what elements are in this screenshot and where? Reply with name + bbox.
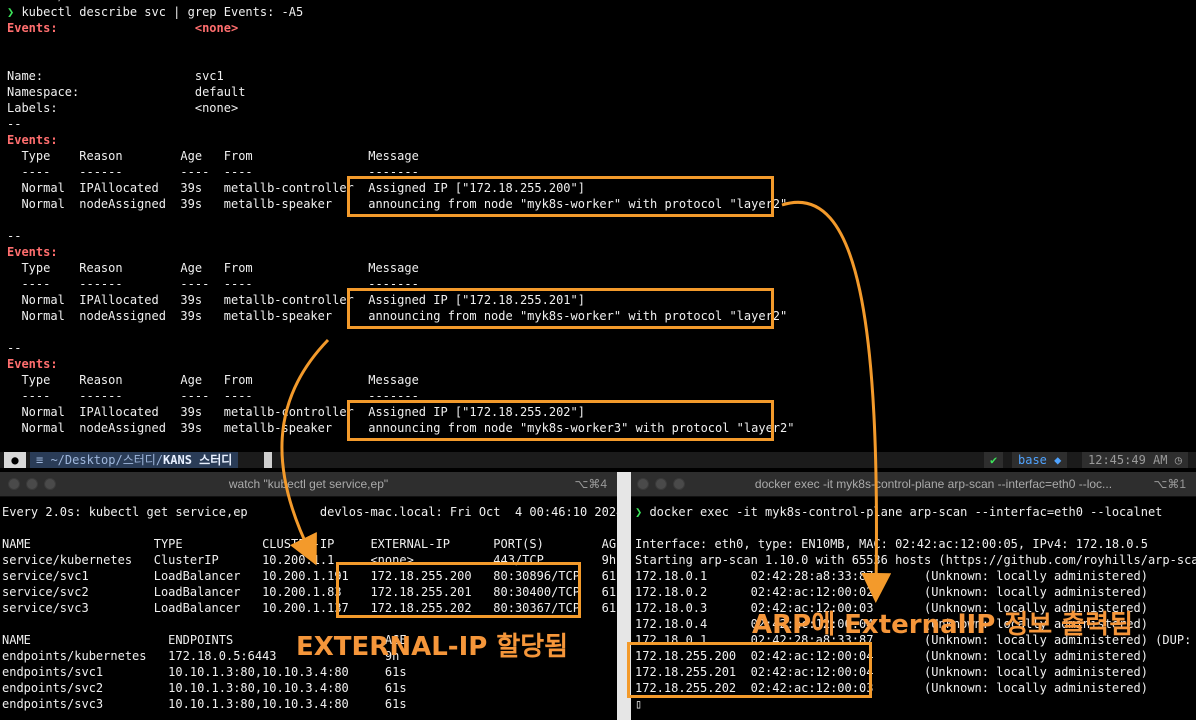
right-pane-titlebar[interactable]: docker exec -it myk8s-control-plane arp-…	[631, 472, 1196, 497]
arp-output-line: Starting arp-scan 1.10.0 with 65536 host…	[635, 553, 1196, 567]
watch-output-line: Every 2.0s: kubectl get service,ep devlo…	[2, 505, 617, 519]
left-pane-title: watch "kubectl get service,ep"	[228, 477, 389, 491]
terminal-line: Events: <none>	[7, 21, 239, 35]
external-ip-annotation: EXTERNAL-IP 할당됨	[296, 632, 569, 662]
highlight-box-svc2-events	[347, 288, 774, 329]
terminal-line: Type Reason Age From Message	[7, 149, 419, 163]
check-icon: ✔	[984, 452, 1004, 468]
left-pane-titlebar[interactable]: watch "kubectl get service,ep" ⌥⌘4	[0, 472, 617, 497]
conda-env: base ◆	[1012, 452, 1068, 468]
top-terminal[interactable]: service/svc1 created❯ kubectl describe s…	[0, 0, 1196, 452]
terminal-line: Events:	[7, 357, 58, 371]
prompt-icon: ❯	[635, 505, 643, 519]
watch-output-line: endpoints/svc3 10.10.1.3:80,10.10.3.4:80…	[2, 697, 407, 711]
terminal-line: Events:	[7, 245, 58, 259]
prompt-statusbar: ● ≡ ~/Desktop/스터디/KANS 스터디 ✔ base ◆ 12:4…	[0, 452, 1196, 468]
right-pane-shortcut: ⌥⌘1	[1153, 477, 1186, 491]
highlight-box-svc3-events	[347, 400, 774, 441]
watch-output-line: endpoints/svc1 10.10.1.3:80,10.10.3.4:80…	[2, 665, 407, 679]
close-dot-icon[interactable]	[8, 478, 20, 490]
zoom-dot-icon[interactable]	[673, 478, 685, 490]
terminal-line: Type Reason Age From Message	[7, 373, 419, 387]
arp-output-line: ▯	[635, 697, 643, 711]
highlight-box-external-ips	[336, 562, 581, 618]
terminal-line: ❯ kubectl describe svc | grep Events: -A…	[7, 5, 304, 19]
cwd-path: ≡ ~/Desktop/스터디/KANS 스터디	[30, 452, 239, 468]
arp-output-line: ❯ docker exec -it myk8s-control-plane ar…	[635, 505, 1163, 519]
prompt-icon: ❯	[7, 5, 15, 19]
arp-annotation: ARP에 ExternalIP 정보 출력됨	[752, 610, 1133, 640]
terminal-line: Type Reason Age From Message	[7, 261, 419, 275]
clock: 12:45:49 AM ◷	[1082, 452, 1188, 468]
text-cursor	[264, 452, 272, 468]
watch-output-line: endpoints/svc2 10.10.1.3:80,10.10.3.4:80…	[2, 681, 407, 695]
minimize-dot-icon[interactable]	[655, 478, 667, 490]
highlight-box-svc1-events	[347, 176, 774, 217]
terminal-line: Labels: <none>	[7, 101, 239, 115]
arp-output-line: 172.18.0.1 02:42:28:a8:33:87 (Unknown: l…	[635, 569, 1148, 583]
right-pane-title: docker exec -it myk8s-control-plane arp-…	[754, 477, 1113, 491]
terminal-line: --	[7, 229, 22, 243]
highlight-box-arp-entries	[627, 642, 872, 698]
apple-icon: ●	[4, 452, 26, 468]
watch-output-line: NAME TYPE CLUSTER-IP EXTERNAL-IP PORT(S)…	[2, 537, 617, 551]
close-dot-icon[interactable]	[637, 478, 649, 490]
terminal-line: --	[7, 117, 22, 131]
terminal-line: Namespace: default	[7, 85, 246, 99]
zoom-dot-icon[interactable]	[44, 478, 56, 490]
arp-output-line: Interface: eth0, type: EN10MB, MAC: 02:4…	[635, 537, 1148, 551]
minimize-dot-icon[interactable]	[26, 478, 38, 490]
left-pane-shortcut: ⌥⌘4	[574, 477, 607, 491]
arp-output-line: 172.18.0.2 02:42:ac:12:00:02 (Unknown: l…	[635, 585, 1148, 599]
terminal-line: --	[7, 341, 22, 355]
terminal-line: Name: svc1	[7, 69, 224, 83]
terminal-line: Events:	[7, 133, 58, 147]
